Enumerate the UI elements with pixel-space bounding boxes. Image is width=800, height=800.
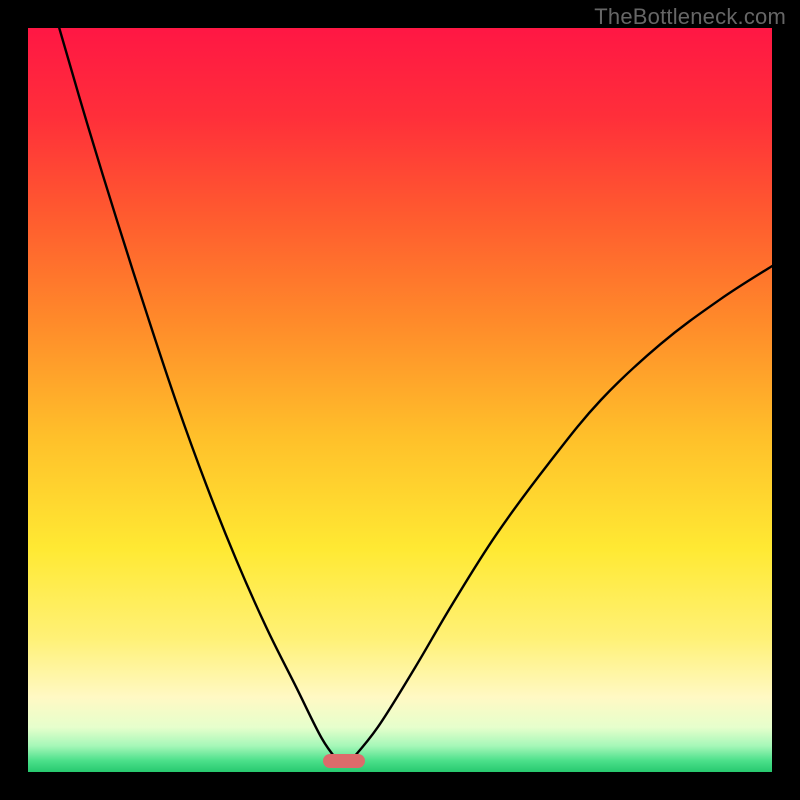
watermark-text: TheBottleneck.com [594,4,786,30]
outer-frame: TheBottleneck.com [0,0,800,800]
optimum-marker [323,754,365,768]
plot-area [28,28,772,772]
plot-svg [28,28,772,772]
gradient-background [28,28,772,772]
